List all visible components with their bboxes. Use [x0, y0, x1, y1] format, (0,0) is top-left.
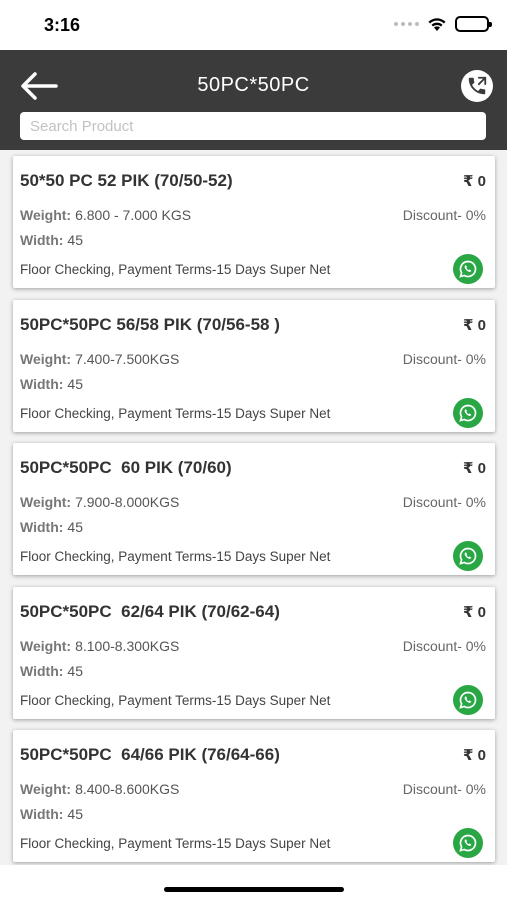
weight-value: 8.100-8.300KGS [75, 638, 180, 654]
product-card[interactable]: 50PC*50PC 56/58 PIK (70/56-58 ) ₹ 0 Weig… [13, 300, 495, 432]
product-weight: Weight: 8.400-8.600KGS [20, 781, 179, 797]
product-discount: Discount- 0% [402, 351, 486, 367]
product-width: Width: 45 [20, 663, 83, 679]
product-price: ₹ 0 [463, 604, 486, 621]
whatsapp-icon [459, 260, 477, 278]
width-value: 45 [67, 663, 83, 679]
product-terms: Floor Checking, Payment Terms-15 Days Su… [20, 836, 331, 851]
weight-value: 6.800 - 7.000 KGS [75, 207, 192, 223]
weight-label: Weight: [20, 351, 72, 367]
product-width: Width: 45 [20, 519, 83, 535]
product-card[interactable]: 50*50 PC 52 PIK (70/50-52) ₹ 0 Weight: 6.… [13, 156, 495, 288]
whatsapp-button[interactable] [453, 254, 483, 284]
phone-call-icon [468, 76, 487, 95]
product-discount: Discount- 0% [402, 207, 486, 223]
product-weight: Weight: 7.400-7.500KGS [20, 351, 179, 367]
product-title: 50PC*50PC 62/64 PIK (70/62-64) [20, 602, 280, 621]
whatsapp-button[interactable] [453, 398, 483, 428]
product-list[interactable]: 50*50 PC 52 PIK (70/50-52) ₹ 0 Weight: 6.… [0, 150, 507, 865]
app-header: 50PC*50PC [0, 50, 507, 150]
product-terms: Floor Checking, Payment Terms-15 Days Su… [20, 406, 331, 421]
weight-value: 7.400-7.500KGS [75, 351, 180, 367]
width-value: 45 [67, 232, 83, 248]
product-width: Width: 45 [20, 232, 83, 248]
call-button[interactable] [461, 70, 493, 102]
product-terms: Floor Checking, Payment Terms-15 Days Su… [20, 693, 331, 708]
status-time: 3:16 [44, 15, 81, 35]
whatsapp-icon [459, 547, 477, 565]
status-icons [394, 16, 492, 32]
width-label: Width: [20, 806, 64, 822]
weight-label: Weight: [20, 638, 72, 654]
product-weight: Weight: 6.800 - 7.000 KGS [20, 207, 191, 223]
wifi-icon [428, 17, 446, 31]
product-terms: Floor Checking, Payment Terms-15 Days Su… [20, 262, 331, 277]
product-title: 50*50 PC 52 PIK (70/50-52) [20, 171, 233, 190]
signal-dots-icon [394, 22, 419, 26]
product-weight: Weight: 7.900-8.000KGS [20, 494, 179, 510]
product-card[interactable]: 50PC*50PC 64/66 PIK (76/64-66) ₹ 0 Weigh… [13, 730, 495, 862]
product-price: ₹ 0 [463, 317, 486, 334]
weight-label: Weight: [20, 207, 72, 223]
home-area [0, 865, 507, 900]
product-card[interactable]: 50PC*50PC 62/64 PIK (70/62-64) ₹ 0 Weigh… [13, 587, 495, 719]
product-card[interactable]: 50PC*50PC 60 PIK (70/60) ₹ 0 Weight: 7.90… [13, 443, 495, 575]
product-title: 50PC*50PC 56/58 PIK (70/56-58 ) [20, 315, 280, 334]
whatsapp-icon [459, 691, 477, 709]
width-label: Width: [20, 663, 64, 679]
whatsapp-button[interactable] [453, 828, 483, 858]
width-value: 45 [67, 376, 83, 392]
product-price: ₹ 0 [463, 460, 486, 477]
weight-value: 7.900-8.000KGS [75, 494, 180, 510]
product-title: 50PC*50PC 60 PIK (70/60) [20, 458, 232, 477]
width-label: Width: [20, 232, 64, 248]
product-discount: Discount- 0% [402, 638, 486, 654]
product-price: ₹ 0 [463, 173, 486, 190]
whatsapp-icon [459, 834, 477, 852]
product-terms: Floor Checking, Payment Terms-15 Days Su… [20, 549, 331, 564]
weight-value: 8.400-8.600KGS [75, 781, 180, 797]
product-discount: Discount- 0% [402, 781, 486, 797]
weight-label: Weight: [20, 494, 72, 510]
whatsapp-button[interactable] [453, 685, 483, 715]
home-indicator[interactable] [164, 887, 344, 892]
whatsapp-icon [459, 404, 477, 422]
weight-label: Weight: [20, 781, 72, 797]
width-value: 45 [67, 519, 83, 535]
product-discount: Discount- 0% [402, 494, 486, 510]
search-input[interactable] [20, 112, 486, 140]
product-price: ₹ 0 [463, 747, 486, 764]
width-value: 45 [67, 806, 83, 822]
product-width: Width: 45 [20, 806, 83, 822]
whatsapp-button[interactable] [453, 541, 483, 571]
width-label: Width: [20, 519, 64, 535]
page-title: 50PC*50PC [197, 74, 310, 96]
status-bar: 3:16 [0, 0, 507, 50]
product-weight: Weight: 8.100-8.300KGS [20, 638, 179, 654]
battery-icon [455, 16, 492, 32]
product-width: Width: 45 [20, 376, 83, 392]
width-label: Width: [20, 376, 64, 392]
product-title: 50PC*50PC 64/66 PIK (76/64-66) [20, 745, 280, 764]
